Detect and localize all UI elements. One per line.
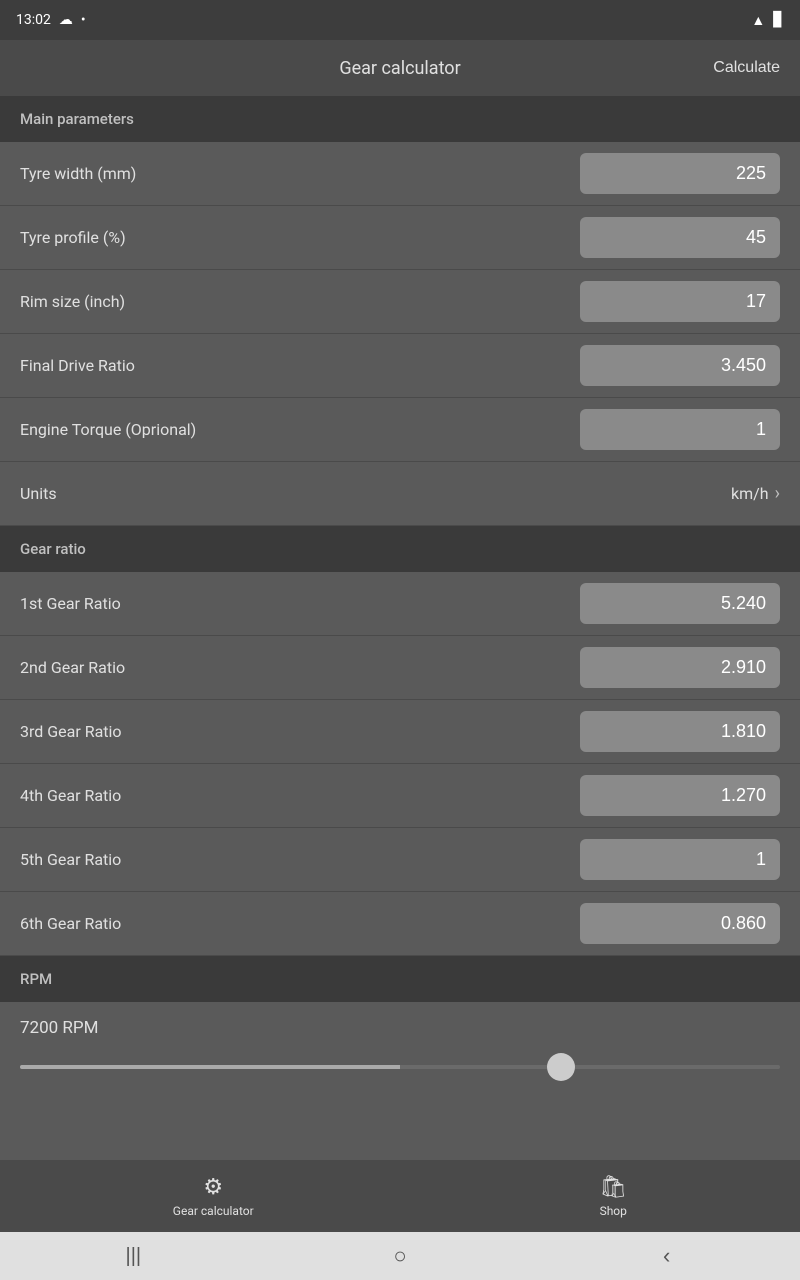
param-row-tyre-width: Tyre width (mm) (0, 142, 800, 206)
home-icon: ○ (393, 1243, 406, 1269)
gear4-input[interactable] (580, 775, 780, 816)
gear6-input[interactable] (580, 903, 780, 944)
recents-button[interactable]: ||| (103, 1232, 163, 1280)
gear2-input[interactable] (580, 647, 780, 688)
tyre-width-input[interactable] (580, 153, 780, 194)
gear5-label: 5th Gear Ratio (20, 850, 580, 869)
back-icon: ‹ (663, 1243, 670, 1269)
cloud-icon: ☁ (59, 12, 73, 28)
dots-icon: • (81, 12, 86, 28)
param-row-tyre-profile: Tyre profile (%) (0, 206, 800, 270)
chevron-right-icon: › (775, 483, 780, 504)
units-row[interactable]: Units km/h › (0, 462, 800, 526)
gear2-label: 2nd Gear Ratio (20, 658, 580, 677)
units-value-selector[interactable]: km/h › (731, 483, 780, 504)
rim-size-input[interactable] (580, 281, 780, 322)
system-nav-bar: ||| ○ ‹ (0, 1232, 800, 1280)
status-right: ▲ ▊ (751, 12, 784, 29)
wifi-icon: ▲ (751, 12, 765, 29)
nav-shop-label: Shop (600, 1204, 627, 1218)
bottom-nav: ⚙ Gear calculator 🛍 Shop (0, 1160, 800, 1232)
final-drive-label: Final Drive Ratio (20, 356, 580, 375)
tyre-profile-input[interactable] (580, 217, 780, 258)
rpm-slider[interactable] (20, 1065, 780, 1069)
rim-size-label: Rim size (inch) (20, 292, 580, 311)
param-row-gear1: 1st Gear Ratio (0, 572, 800, 636)
param-row-final-drive: Final Drive Ratio (0, 334, 800, 398)
nav-item-shop[interactable]: 🛍 Shop (575, 1167, 651, 1226)
units-value-text: km/h (731, 484, 769, 503)
nav-item-gear-calculator[interactable]: ⚙ Gear calculator (149, 1167, 278, 1226)
gear3-input[interactable] (580, 711, 780, 752)
param-row-engine-torque: Engine Torque (Oprional) (0, 398, 800, 462)
app-title: Gear calculator (339, 58, 460, 79)
rpm-value-display: 7200 RPM (20, 1018, 780, 1038)
units-label: Units (20, 484, 57, 503)
nav-gear-calculator-label: Gear calculator (173, 1204, 254, 1218)
section-rpm: RPM (0, 956, 800, 1002)
gear4-label: 4th Gear Ratio (20, 786, 580, 805)
gear-calculator-icon: ⚙ (203, 1175, 223, 1200)
rpm-slider-container (20, 1054, 780, 1093)
gear1-input[interactable] (580, 583, 780, 624)
section-gear-ratio: Gear ratio (0, 526, 800, 572)
app-header: Gear calculator Calculate (0, 40, 800, 96)
back-button[interactable]: ‹ (637, 1232, 697, 1280)
gear1-label: 1st Gear Ratio (20, 594, 580, 613)
shop-icon: 🛍 (599, 1175, 627, 1200)
tyre-profile-label: Tyre profile (%) (20, 228, 580, 247)
battery-icon: ▊ (773, 12, 784, 28)
status-left: 13:02 ☁ • (16, 12, 86, 28)
status-bar: 13:02 ☁ • ▲ ▊ (0, 0, 800, 40)
gear6-label: 6th Gear Ratio (20, 914, 580, 933)
param-row-rim-size: Rim size (inch) (0, 270, 800, 334)
rpm-section: 7200 RPM (0, 1002, 800, 1093)
param-row-gear6: 6th Gear Ratio (0, 892, 800, 956)
engine-torque-label: Engine Torque (Oprional) (20, 420, 580, 439)
calculate-button[interactable]: Calculate (713, 59, 780, 77)
section-main-parameters: Main parameters (0, 96, 800, 142)
status-time: 13:02 (16, 12, 51, 28)
param-row-gear2: 2nd Gear Ratio (0, 636, 800, 700)
engine-torque-input[interactable] (580, 409, 780, 450)
home-button[interactable]: ○ (370, 1232, 430, 1280)
param-row-gear3: 3rd Gear Ratio (0, 700, 800, 764)
gear3-label: 3rd Gear Ratio (20, 722, 580, 741)
final-drive-input[interactable] (580, 345, 780, 386)
recents-icon: ||| (126, 1245, 142, 1268)
param-row-gear5: 5th Gear Ratio (0, 828, 800, 892)
gear5-input[interactable] (580, 839, 780, 880)
param-row-gear4: 4th Gear Ratio (0, 764, 800, 828)
tyre-width-label: Tyre width (mm) (20, 164, 580, 183)
